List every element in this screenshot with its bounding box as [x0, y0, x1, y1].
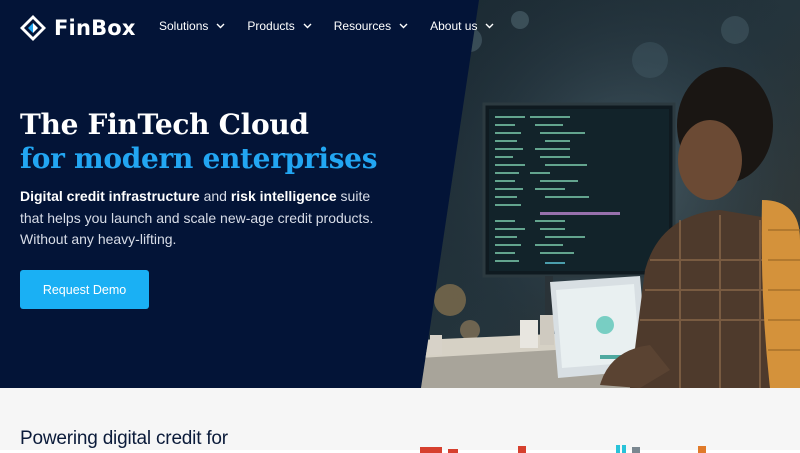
hero-section: FinBox Solutions Products Resources Abou… [0, 0, 800, 388]
brand-name: FinBox [54, 16, 136, 40]
request-demo-button[interactable]: Request Demo [20, 270, 149, 309]
diamond-arrows-icon [20, 15, 46, 41]
hero-sub-bold1: Digital credit infrastructure [20, 188, 200, 204]
nav-item-about[interactable]: About us [430, 19, 494, 33]
hero-sub-bold2: risk intelligence [230, 188, 337, 204]
top-navigation: FinBox Solutions Products Resources Abou… [0, 0, 800, 56]
hero-title-line1: The FinTech Cloud [20, 108, 309, 141]
nav-item-solutions[interactable]: Solutions [159, 19, 225, 33]
partners-section: Powering digital credit for [0, 388, 800, 453]
main-menu: Solutions Products Resources About us [159, 19, 516, 33]
chevron-down-icon [216, 23, 225, 29]
chevron-down-icon [399, 23, 408, 29]
nav-item-label: About us [430, 19, 478, 33]
partner-logos-strip [420, 445, 706, 453]
nav-item-products[interactable]: Products [247, 19, 312, 33]
brand-logo[interactable]: FinBox [20, 14, 136, 42]
nav-item-label: Solutions [159, 19, 209, 33]
chevron-down-icon [485, 23, 494, 29]
section-heading: Powering digital credit for [20, 428, 228, 449]
hero-subtitle: Digital credit infrastructure and risk i… [20, 186, 395, 251]
nav-item-label: Products [247, 19, 295, 33]
hero-title: The FinTech Cloud for modern enterprises [20, 108, 377, 176]
chevron-down-icon [303, 23, 312, 29]
nav-item-label: Resources [333, 19, 392, 33]
hero-sub-text1: and [199, 188, 231, 204]
nav-item-resources[interactable]: Resources [334, 19, 408, 33]
hero-title-line2: for modern enterprises [20, 142, 378, 175]
